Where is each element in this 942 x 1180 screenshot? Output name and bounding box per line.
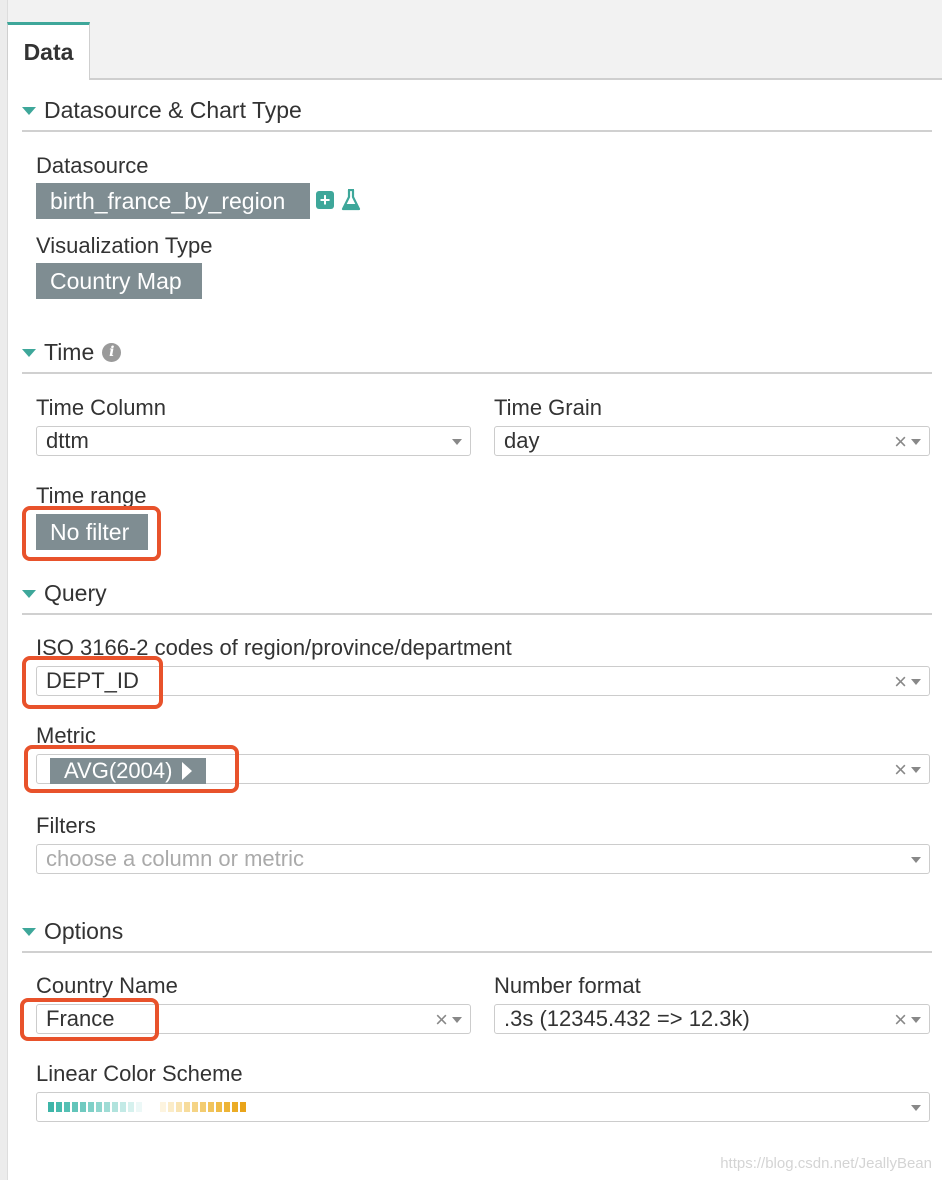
viz-type-label: Visualization Type	[36, 233, 213, 258]
chevron-down-icon[interactable]	[452, 1017, 462, 1023]
tab-data[interactable]: Data	[7, 22, 90, 80]
clear-icon[interactable]: ×	[894, 757, 907, 783]
color-swatch	[232, 1102, 238, 1112]
time-column-select[interactable]: dttm	[36, 426, 471, 456]
clear-icon[interactable]: ×	[894, 429, 907, 455]
color-swatch	[208, 1102, 214, 1112]
country-name-label: Country Name	[36, 973, 178, 998]
filters-label: Filters	[36, 813, 96, 838]
chevron-down-icon[interactable]	[911, 767, 921, 773]
color-swatch	[128, 1102, 134, 1112]
color-swatch	[216, 1102, 222, 1112]
color-swatch	[72, 1102, 78, 1112]
filters-select[interactable]: choose a column or metric	[36, 844, 930, 874]
chevron-down-icon[interactable]	[911, 1105, 921, 1111]
caret-down-icon	[22, 590, 36, 598]
color-swatch	[200, 1102, 206, 1112]
caret-down-icon	[22, 107, 36, 115]
clear-icon[interactable]: ×	[435, 1007, 448, 1033]
clear-icon[interactable]: ×	[894, 1007, 907, 1033]
panel-left-edge	[0, 0, 8, 1180]
watermark-text: https://blog.csdn.net/JeallyBean	[720, 1155, 932, 1172]
viz-type-button[interactable]: Country Map	[36, 263, 202, 299]
chevron-down-icon[interactable]	[911, 679, 921, 685]
highlight-annotation	[20, 998, 159, 1041]
number-format-select[interactable]: .3s (12345.432 => 12.3k) ×	[494, 1004, 930, 1034]
color-swatch	[136, 1102, 142, 1112]
flask-icon[interactable]	[341, 189, 361, 211]
color-swatch	[176, 1102, 182, 1112]
color-swatch	[104, 1102, 110, 1112]
color-swatch	[56, 1102, 62, 1112]
color-swatch	[184, 1102, 190, 1112]
time-grain-select[interactable]: day ×	[494, 426, 930, 456]
highlight-annotation	[24, 745, 239, 793]
highlight-annotation	[22, 506, 161, 561]
section-title: Time	[44, 338, 95, 365]
color-swatch	[80, 1102, 86, 1112]
color-swatch	[240, 1102, 246, 1112]
highlight-annotation	[22, 656, 163, 709]
datasource-button[interactable]: birth_france_by_region	[36, 183, 310, 219]
color-swatch	[48, 1102, 54, 1112]
info-circle-icon[interactable]: i	[102, 342, 122, 362]
section-title: Datasource & Chart Type	[44, 96, 302, 123]
caret-down-icon	[22, 349, 36, 357]
section-title: Query	[44, 579, 107, 606]
section-header-datasource[interactable]: Datasource & Chart Type	[22, 90, 932, 132]
section-title: Options	[44, 917, 124, 944]
chevron-down-icon[interactable]	[911, 857, 921, 863]
clear-icon[interactable]: ×	[894, 669, 907, 695]
select-value: day	[504, 428, 540, 453]
color-swatch	[160, 1102, 166, 1112]
color-swatch	[112, 1102, 118, 1112]
color-swatch	[152, 1102, 158, 1112]
color-swatch	[120, 1102, 126, 1112]
color-swatch	[88, 1102, 94, 1112]
color-swatch	[64, 1102, 70, 1112]
chevron-down-icon[interactable]	[911, 439, 921, 445]
filters-placeholder: choose a column or metric	[46, 846, 304, 871]
iso-codes-select[interactable]: DEPT_ID ×	[36, 666, 930, 696]
color-swatch	[224, 1102, 230, 1112]
datasource-label: Datasource	[36, 153, 149, 178]
color-swatch	[192, 1102, 198, 1112]
color-swatch	[96, 1102, 102, 1112]
tab-bar	[0, 0, 942, 80]
plus-square-icon[interactable]: +	[316, 191, 334, 209]
section-header-options[interactable]: Options	[22, 911, 932, 953]
time-column-label: Time Column	[36, 395, 166, 420]
chevron-down-icon[interactable]	[452, 439, 462, 445]
select-value: .3s (12345.432 => 12.3k)	[504, 1006, 750, 1031]
chevron-down-icon[interactable]	[911, 1017, 921, 1023]
color-scheme-label: Linear Color Scheme	[36, 1061, 243, 1086]
color-swatch	[168, 1102, 174, 1112]
color-swatch	[144, 1102, 150, 1112]
select-value: dttm	[46, 428, 89, 453]
color-scheme-preview	[48, 1102, 246, 1112]
section-header-query[interactable]: Query	[22, 573, 932, 615]
time-grain-label: Time Grain	[494, 395, 602, 420]
caret-down-icon	[22, 928, 36, 936]
section-header-time[interactable]: Time i	[22, 332, 932, 374]
number-format-label: Number format	[494, 973, 641, 998]
